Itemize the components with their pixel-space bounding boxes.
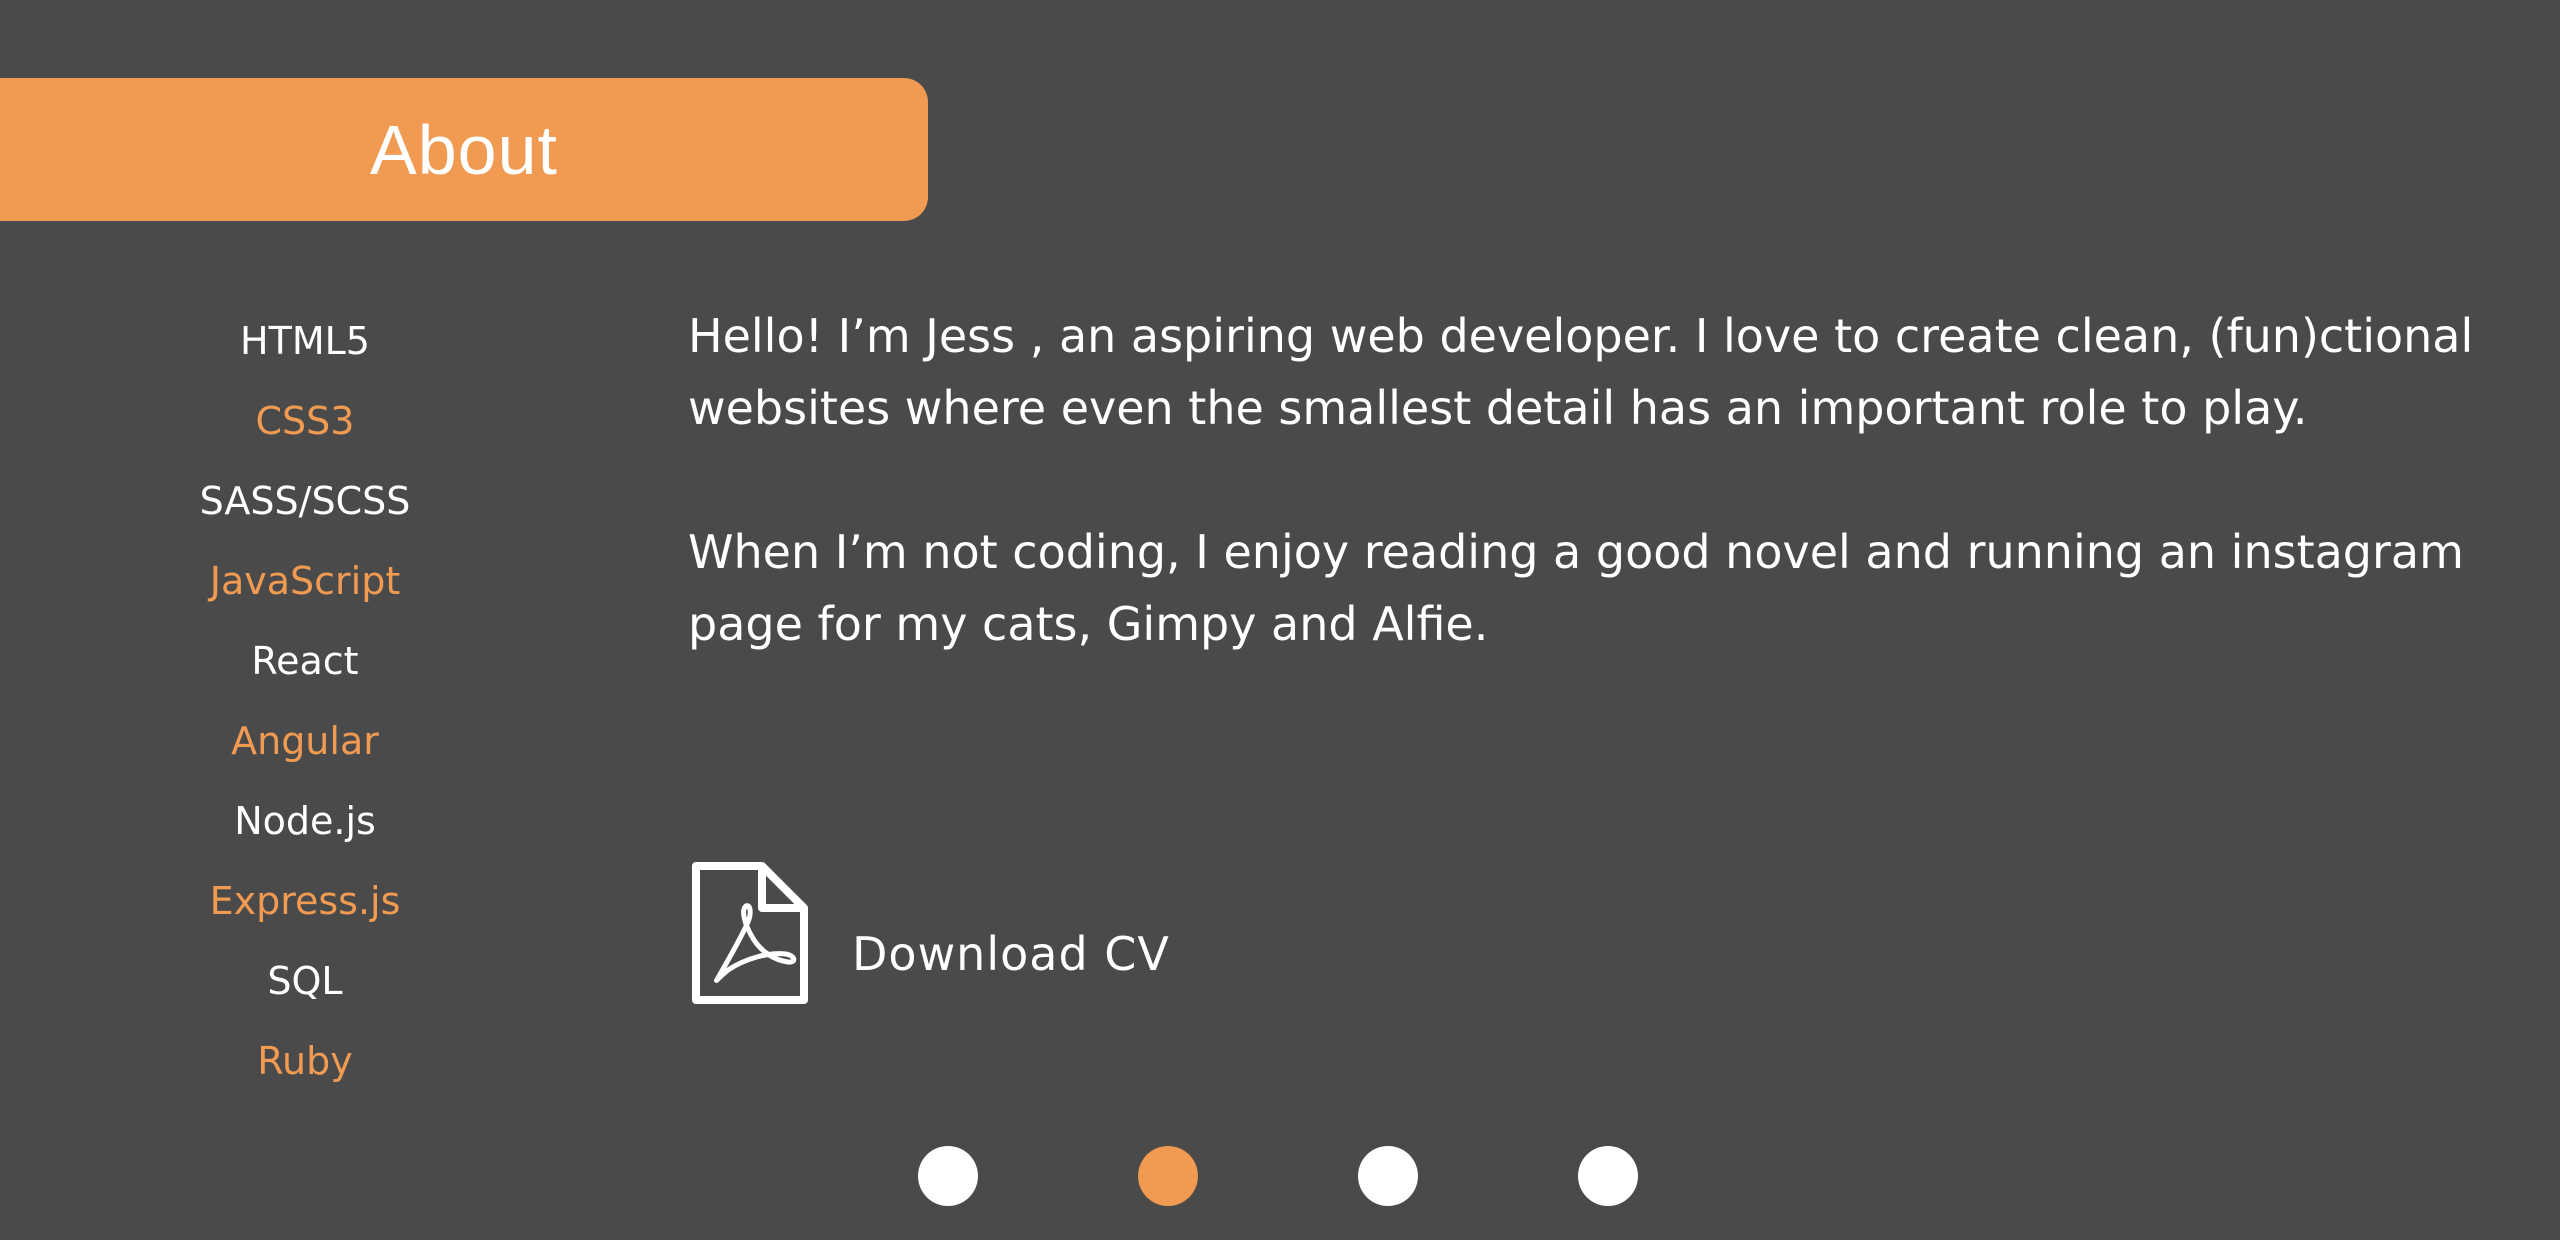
skill-item: Ruby — [257, 1039, 353, 1083]
skills-list: HTML5 CSS3 SASS/SCSS JavaScript React An… — [125, 310, 485, 1110]
section-header: About — [0, 78, 928, 221]
download-cv-link[interactable]: Download CV — [688, 860, 1170, 1008]
section-title: About — [370, 110, 558, 189]
about-section: About HTML5 CSS3 SASS/SCSS JavaScript Re… — [0, 0, 2560, 1240]
pagination-dot-active[interactable] — [1138, 1146, 1198, 1206]
pagination-dot[interactable] — [1358, 1146, 1418, 1206]
pagination-dots — [918, 1146, 1638, 1206]
pagination-dot[interactable] — [1578, 1146, 1638, 1206]
skill-item: CSS3 — [255, 399, 355, 443]
pdf-file-icon — [692, 862, 808, 1004]
pagination-dot[interactable] — [918, 1146, 978, 1206]
bio-paragraph: When I’m not coding, I enjoy reading a g… — [688, 525, 2464, 651]
skill-item: SASS/SCSS — [199, 479, 411, 523]
bio-text: Hello! I’m Jess , an aspiring web develo… — [688, 300, 2488, 732]
bio-paragraph: Hello! I’m Jess , an aspiring web develo… — [688, 309, 2474, 435]
skill-item: Angular — [231, 719, 379, 763]
skill-item: React — [251, 639, 359, 683]
skill-item: HTML5 — [240, 319, 370, 363]
download-cv-label: Download CV — [852, 927, 1170, 981]
skill-item: JavaScript — [209, 559, 401, 603]
skill-item: SQL — [267, 959, 343, 1003]
skill-item: Node.js — [234, 799, 376, 843]
skill-item: Express.js — [209, 879, 401, 923]
